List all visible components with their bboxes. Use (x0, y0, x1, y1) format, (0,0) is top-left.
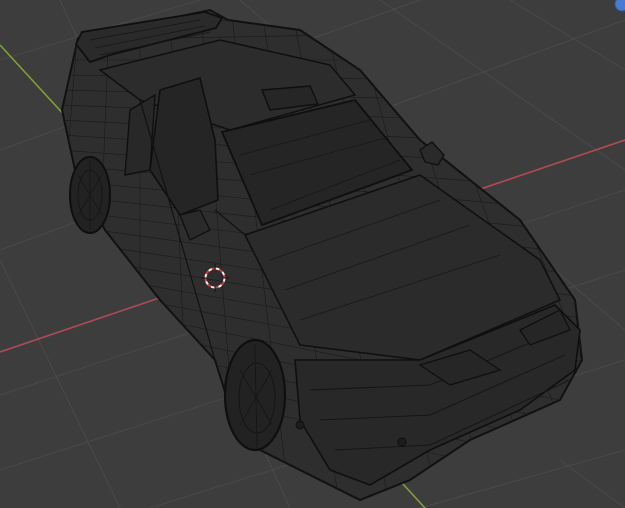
car-mesh[interactable] (40, 0, 625, 508)
3d-viewport[interactable] (0, 0, 625, 508)
navigation-gizmo-icon[interactable] (614, 0, 625, 12)
front-wheel (223, 338, 287, 452)
viewport-canvas[interactable] (0, 0, 625, 508)
rear-wheel (69, 156, 111, 234)
